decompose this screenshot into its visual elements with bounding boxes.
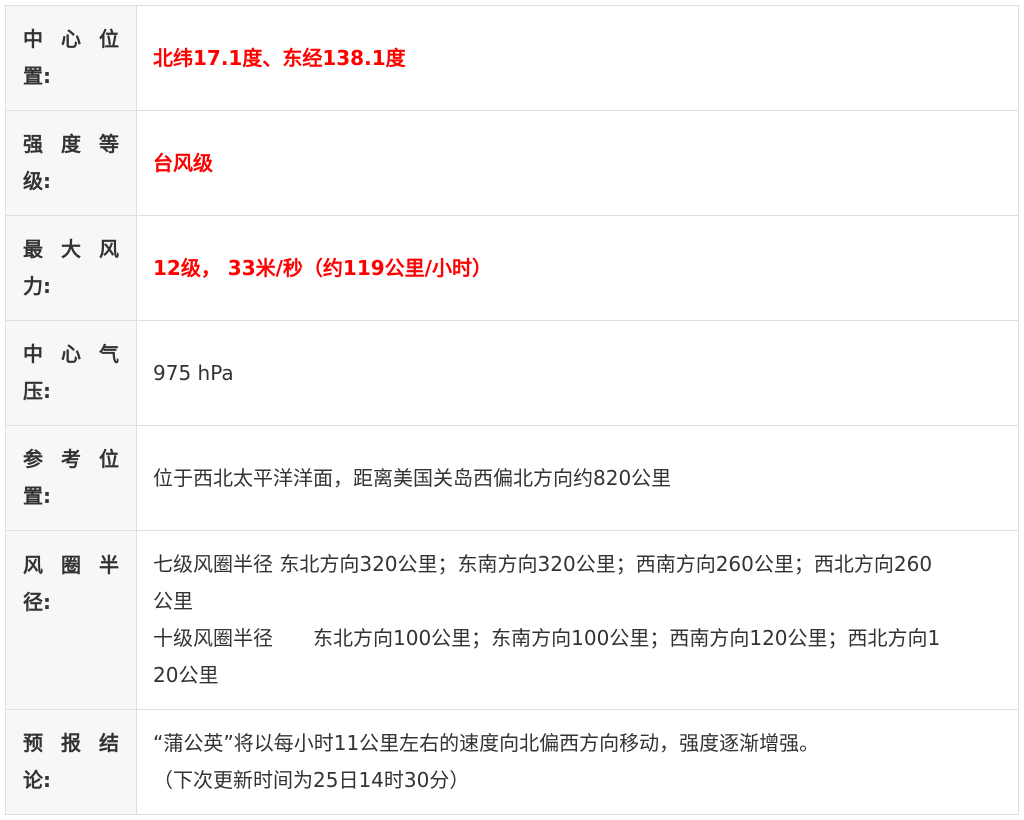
value-line: 台风级 [153, 150, 213, 175]
value-line: （下次更新时间为25日14时30分） [153, 768, 470, 792]
row-value: 北纬17.1度、东经138.1度 [137, 40, 1018, 77]
table-row-reference-position: 参 考 位 置: 位于西北太平洋洋面，距离美国关岛西偏北方向约820公里 [5, 425, 1019, 531]
value-line: “蒲公英”将以每小时11公里左右的速度向北偏西方向移动，强度逐渐增强。 [153, 731, 820, 755]
value-line: 975 hPa [153, 360, 234, 385]
row-value: 台风级 [137, 145, 1018, 182]
value-line: 20公里 [153, 663, 219, 687]
row-value: 12级， 33米/秒（约119公里/小时） [137, 250, 1018, 287]
value-cell: 七级风圈半径 东北方向320公里；东南方向320公里；西南方向260公里；西北方… [136, 530, 1019, 710]
value-cell: 台风级 [136, 110, 1019, 216]
typhoon-info-table: 中 心 位 置: 北纬17.1度、东经138.1度 强 度 等 级: 台风级 最… [5, 5, 1019, 815]
value-line: 七级风圈半径 东北方向320公里；东南方向320公里；西南方向260公里；西北方… [153, 552, 933, 576]
table-row-wind-radius: 风 圈 半 径: 七级风圈半径 东北方向320公里；东南方向320公里；西南方向… [5, 530, 1019, 710]
value-cell: 北纬17.1度、东经138.1度 [136, 5, 1019, 111]
value-cell: 位于西北太平洋洋面，距离美国关岛西偏北方向约820公里 [136, 425, 1019, 531]
table-row-intensity-level: 强 度 等 级: 台风级 [5, 110, 1019, 216]
table-row-center-pressure: 中 心 气 压: 975 hPa [5, 320, 1019, 426]
row-label: 中 心 位 置: [23, 27, 119, 88]
row-value: “蒲公英”将以每小时11公里左右的速度向北偏西方向移动，强度逐渐增强。 （下次更… [137, 725, 1018, 799]
label-cell: 风 圈 半 径: [5, 530, 137, 710]
label-cell: 最 大 风 力: [5, 215, 137, 321]
label-cell: 预 报 结 论: [5, 709, 137, 815]
row-label: 风 圈 半 径: [23, 553, 119, 614]
row-label: 预 报 结 论: [23, 731, 119, 792]
table-row-forecast-conclusion: 预 报 结 论: “蒲公英”将以每小时11公里左右的速度向北偏西方向移动，强度逐… [5, 709, 1019, 815]
value-cell: “蒲公英”将以每小时11公里左右的速度向北偏西方向移动，强度逐渐增强。 （下次更… [136, 709, 1019, 815]
label-cell: 中 心 位 置: [5, 5, 137, 111]
row-value: 位于西北太平洋洋面，距离美国关岛西偏北方向约820公里 [137, 460, 1018, 497]
value-line: 12级， 33米/秒（约119公里/小时） [153, 255, 492, 280]
row-value: 七级风圈半径 东北方向320公里；东南方向320公里；西南方向260公里；西北方… [137, 546, 1018, 694]
value-line: 十级风圈半径 东北方向100公里；东南方向100公里；西南方向120公里；西北方… [153, 626, 941, 650]
value-line: 公里 [153, 589, 193, 613]
row-label: 强 度 等 级: [23, 132, 119, 193]
row-label: 最 大 风 力: [23, 237, 119, 298]
value-cell: 975 hPa [136, 320, 1019, 426]
label-cell: 中 心 气 压: [5, 320, 137, 426]
row-value: 975 hPa [137, 355, 1018, 392]
row-label: 中 心 气 压: [23, 342, 119, 403]
table-row-center-position: 中 心 位 置: 北纬17.1度、东经138.1度 [5, 5, 1019, 111]
table-row-max-wind: 最 大 风 力: 12级， 33米/秒（约119公里/小时） [5, 215, 1019, 321]
row-label: 参 考 位 置: [23, 447, 119, 508]
label-cell: 参 考 位 置: [5, 425, 137, 531]
value-line: 北纬17.1度、东经138.1度 [153, 45, 406, 70]
value-cell: 12级， 33米/秒（约119公里/小时） [136, 215, 1019, 321]
value-line: 位于西北太平洋洋面，距离美国关岛西偏北方向约820公里 [153, 465, 672, 490]
label-cell: 强 度 等 级: [5, 110, 137, 216]
